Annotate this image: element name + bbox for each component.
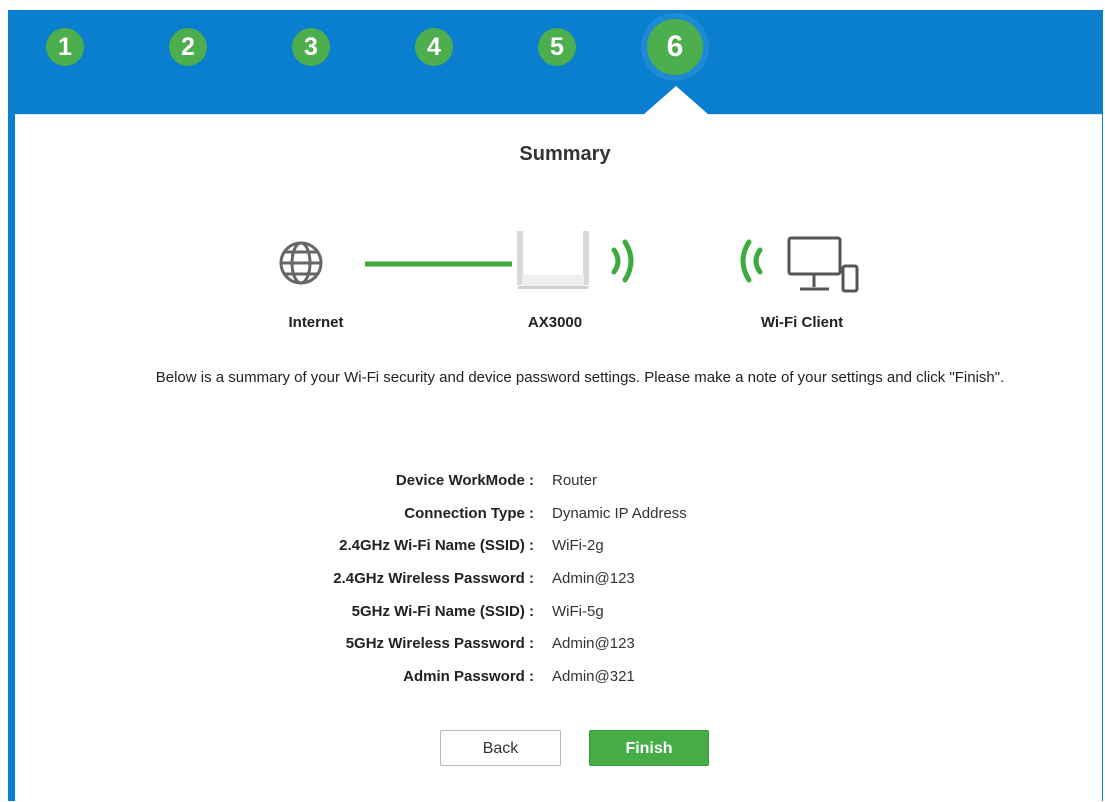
summary-value: Admin@123 — [552, 635, 635, 653]
summary-row-5ghz-ssid: 5GHz Wi-Fi Name (SSID) : WiFi-5g — [230, 595, 830, 628]
summary-label: 5GHz Wireless Password : — [345, 635, 534, 653]
summary-row-workmode: Device WorkMode : Router — [230, 464, 830, 497]
client-wifi-signal-icon — [740, 239, 763, 283]
summary-value: WiFi-5g — [552, 602, 604, 620]
settings-summary: Device WorkMode : Router Connection Type… — [230, 464, 830, 693]
summary-value: Admin@123 — [552, 569, 635, 587]
summary-row-admin-password: Admin Password : Admin@321 — [230, 660, 830, 693]
summary-description: Below is a summary of your Wi-Fi securit… — [155, 369, 1005, 386]
summary-row-connection-type: Connection Type : Dynamic IP Address — [230, 497, 830, 530]
summary-value: Dynamic IP Address — [552, 504, 687, 522]
monitor-phone-icon — [787, 236, 859, 293]
client-label: Wi-Fi Client — [760, 314, 844, 331]
summary-row-5ghz-password: 5GHz Wireless Password : Admin@123 — [230, 627, 830, 660]
back-button[interactable]: Back — [440, 730, 561, 766]
finish-button[interactable]: Finish — [589, 730, 709, 766]
summary-label: Admin Password : — [403, 667, 534, 685]
summary-label: 5GHz Wi-Fi Name (SSID) : — [351, 602, 534, 620]
globe-icon — [279, 241, 323, 285]
internet-label: Internet — [288, 314, 344, 331]
router-label: AX3000 — [527, 314, 583, 331]
summary-label: Connection Type : — [404, 504, 534, 522]
wifi-signal-icon — [611, 239, 634, 283]
summary-label: 2.4GHz Wireless Password : — [333, 569, 534, 587]
summary-value: WiFi-2g — [552, 537, 604, 555]
router-icon — [517, 231, 589, 289]
summary-label: Device WorkMode : — [395, 471, 534, 489]
summary-row-24ghz-ssid: 2.4GHz Wi-Fi Name (SSID) : WiFi-2g — [230, 529, 830, 562]
summary-value: Admin@321 — [552, 667, 635, 685]
summary-row-24ghz-password: 2.4GHz Wireless Password : Admin@123 — [230, 562, 830, 595]
summary-label: 2.4GHz Wi-Fi Name (SSID) : — [339, 537, 534, 555]
summary-value: Router — [552, 471, 598, 489]
